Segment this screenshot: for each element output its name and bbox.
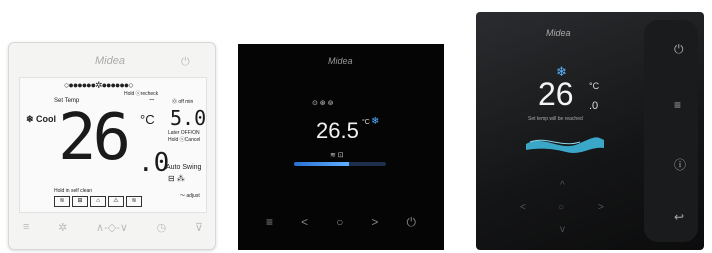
temp-adjust-button[interactable]: ∧-◇-∨ xyxy=(96,221,128,234)
swing-icons: ⊟ ⁂ xyxy=(168,174,185,183)
mode-icon: ⚠ xyxy=(108,196,124,207)
temperature-value: 26 xyxy=(538,76,574,112)
temperature-unit: °C xyxy=(589,81,600,91)
power-button[interactable]: ⏻ xyxy=(406,215,416,230)
temperature-value: 26.5 xyxy=(316,118,359,143)
temperature-slider[interactable] xyxy=(294,162,386,166)
mode-icon: ≋ xyxy=(126,196,142,207)
lcd-display: ○●●●●●●✲●●●●●●○ Hold ⓢrecheck ❄ Cool Set… xyxy=(19,77,207,213)
temperature-unit: °C xyxy=(362,119,370,126)
auto-swing-label: Auto Swing xyxy=(166,164,202,171)
button-row: ≡ ✲ ∧-◇-∨ ◷ ⊽ xyxy=(23,221,203,234)
left-button[interactable]: < xyxy=(520,202,526,213)
status-icons: ⊙ ⊛ ⊚ xyxy=(312,100,334,107)
back-button[interactable]: ↩ xyxy=(674,210,684,224)
hold-recheck-label: Hold ⓢrecheck xyxy=(124,91,159,97)
cooling-wave xyxy=(526,137,604,153)
brand-logo: Midea xyxy=(546,28,571,38)
temperature-decimal: .0 xyxy=(589,100,599,112)
left-button[interactable]: < xyxy=(301,215,308,230)
temperature-value: 26 xyxy=(58,101,131,175)
mode-icon: ≋ xyxy=(54,196,70,207)
mode-icon-row: ≋ ⊞ ⌂ ⚠ ≋ xyxy=(54,196,142,207)
timer-button[interactable]: ◷ xyxy=(157,221,167,234)
fan-speed-indicator: ○●●●●●●✲●●●●●●○ xyxy=(64,80,134,90)
thermostat-black: Midea ⊙ ⊛ ⊚ 26.5 °C ❄ ≋ ⊡ ≡ < ○ > ⏻ xyxy=(238,44,444,250)
fan-button[interactable]: ✲ xyxy=(58,221,67,234)
snowflake-icon: ❄ xyxy=(371,116,380,127)
brand-logo: Midea xyxy=(95,55,125,67)
mode-icon: ⌂ xyxy=(90,196,106,207)
menu-button[interactable]: ≡ xyxy=(23,221,29,234)
swing-button[interactable]: ⊽ xyxy=(195,221,203,234)
down-button[interactable]: v xyxy=(560,224,565,235)
mode-label: ❄ Cool xyxy=(26,114,57,124)
up-button[interactable]: ^ xyxy=(560,180,565,191)
power-button[interactable]: ⏻ xyxy=(674,42,684,57)
right-button[interactable]: > xyxy=(598,202,604,213)
later-off-label: Later OFF/ON Hold ⓢCancel xyxy=(168,130,201,143)
ok-button[interactable]: ○ xyxy=(558,202,564,213)
timer-value: 5.0 xyxy=(170,106,207,130)
button-row: ≡ < ○ > ⏻ xyxy=(266,215,416,230)
fan-icons: ≋ ⊡ xyxy=(330,152,344,159)
temperature-unit: °C xyxy=(140,112,155,127)
ok-button[interactable]: ○ xyxy=(336,215,343,230)
menu-button[interactable]: ≡ xyxy=(266,215,273,230)
mode-icon: ⊞ xyxy=(72,196,88,207)
menu-button[interactable]: ≡ xyxy=(674,98,681,112)
brand-logo: Midea xyxy=(328,56,353,66)
right-button[interactable]: > xyxy=(371,215,378,230)
hold-clean-label: Hold in self clean xyxy=(54,188,93,194)
power-icon[interactable]: ⏻ xyxy=(181,56,190,69)
temperature-decimal: .0 xyxy=(138,148,170,178)
wifi-icon: ⌔ xyxy=(148,97,156,106)
thermostat-white: Midea ⏻ ○●●●●●●✲●●●●●●○ Hold ⓢrecheck ❄ … xyxy=(8,42,216,250)
status-message: Set temp will be reached xyxy=(528,116,583,122)
thermostat-glass: Midea ❄ 26 °C .0 Set temp will be reache… xyxy=(476,12,704,250)
info-button[interactable]: ⓘ xyxy=(674,156,686,173)
adjust-label: 〜 adjust xyxy=(180,193,200,199)
side-button-bar xyxy=(644,20,698,242)
off-min-label: ⓪ off min xyxy=(172,99,194,105)
